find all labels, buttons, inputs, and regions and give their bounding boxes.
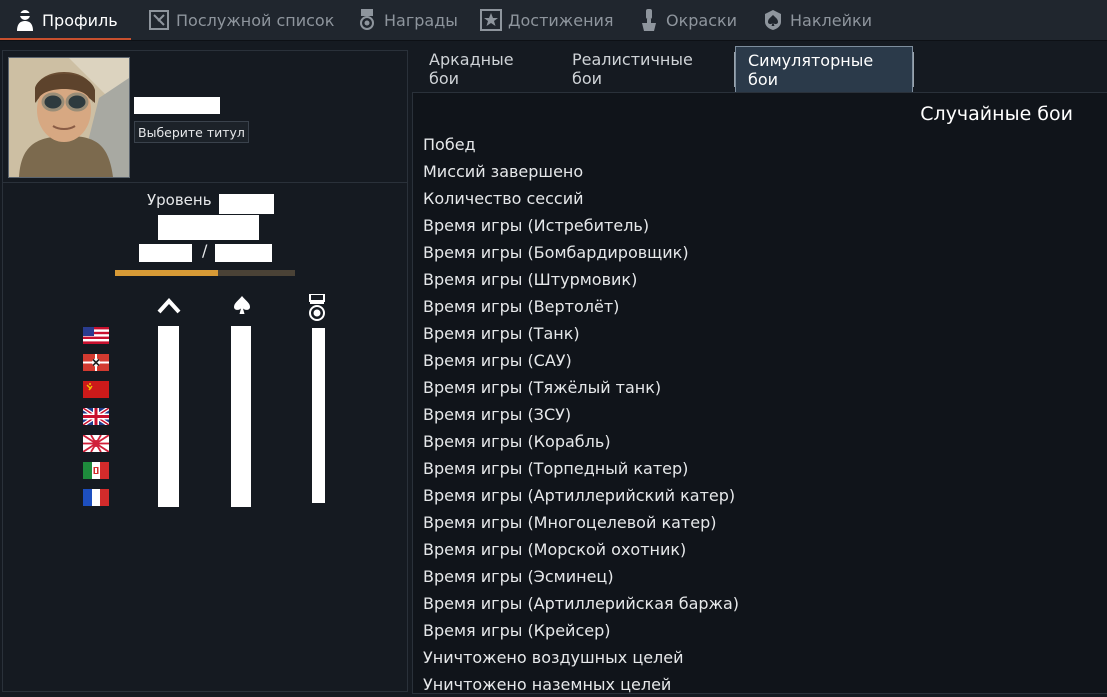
next-level-xp-redacted	[215, 244, 272, 262]
medal-icon	[356, 9, 378, 31]
stat-row: Количество сессий	[423, 189, 584, 208]
tab-label: Награды	[384, 10, 458, 30]
tab-profile[interactable]: Профиль	[14, 0, 118, 40]
tab-arcade-battles[interactable]: Аркадные бои	[429, 50, 514, 88]
japan-flag-icon	[83, 435, 109, 452]
germany-flag-icon	[83, 354, 109, 371]
profile-panel: Выберите титул Уровень /	[2, 50, 408, 692]
stat-row: Время игры (Эсминец)	[423, 567, 614, 586]
tab-label: Симуляторные бои	[735, 45, 913, 94]
stat-row: Время игры (Бомбардировщик)	[423, 243, 689, 262]
panel-divider	[3, 182, 407, 183]
stats-panel[interactable]: Случайные бои Побед Миссий завершено Колич…	[412, 92, 1107, 694]
stat-row: Время игры (Морской охотник)	[423, 540, 687, 559]
tab-label: Профиль	[42, 10, 118, 30]
star-icon	[480, 9, 502, 31]
medal-icon	[307, 293, 327, 326]
stat-row: Время игры (Торпедный катер)	[423, 459, 689, 478]
tab-decals[interactable]: Наклейки	[762, 0, 872, 40]
tab-label: Наклейки	[790, 10, 873, 30]
stat-row: Время игры (Тяжёлый танк)	[423, 378, 662, 397]
xp-progress-bar	[115, 270, 295, 276]
stat-row: Время игры (Крейсер)	[423, 621, 611, 640]
service-record-icon	[148, 9, 170, 31]
tab-achievements[interactable]: Достижения	[480, 0, 614, 40]
stat-row: Время игры (Артиллерийский катер)	[423, 486, 736, 505]
pilot-icon	[14, 9, 36, 31]
stat-row: Время игры (Вертолёт)	[423, 297, 620, 316]
active-tab-indicator	[0, 38, 131, 40]
xp-progress-fill	[115, 270, 218, 276]
spade-badge-icon	[762, 9, 784, 31]
stat-row: Время игры (Корабль)	[423, 432, 611, 451]
tab-label: Достижения	[508, 10, 614, 30]
ussr-flag-icon	[83, 381, 109, 398]
spade-icon	[232, 295, 252, 321]
stat-row: Время игры (Истребитель)	[423, 216, 650, 235]
tab-awards[interactable]: Награды	[356, 0, 458, 40]
stat-row: Время игры (Танк)	[423, 324, 580, 343]
top-tab-bar: Профиль Послужной список Награды Достиже…	[0, 0, 1107, 41]
battles-column-redacted	[231, 326, 251, 507]
current-xp-redacted	[139, 244, 192, 262]
tab-label: Окраски	[666, 10, 738, 30]
stat-row: Миссий завершено	[423, 162, 584, 181]
medals-column-redacted	[312, 328, 325, 503]
rank-title-redacted	[158, 215, 259, 240]
tab-simulator-battles[interactable]: Симуляторные бои	[734, 45, 914, 94]
tab-realistic-battles[interactable]: Реалистичные бои	[572, 50, 693, 88]
uk-flag-icon	[83, 408, 109, 425]
stat-row: Уничтожено воздушных целей	[423, 648, 684, 667]
stats-section-title: Случайные бои	[920, 103, 1073, 125]
tab-service-record[interactable]: Послужной список	[148, 0, 334, 40]
xp-separator: /	[202, 241, 208, 260]
rank-chevron-icon	[157, 295, 181, 319]
stat-row: Побед	[423, 135, 476, 154]
rank-column-redacted	[158, 326, 179, 507]
level-label: Уровень	[147, 191, 212, 209]
tab-label: Послужной список	[176, 10, 335, 30]
stat-row: Время игры (ЗСУ)	[423, 405, 572, 424]
france-flag-icon	[83, 489, 109, 506]
paint-icon	[638, 9, 660, 31]
choose-title-button[interactable]: Выберите титул	[134, 121, 249, 143]
player-name-redacted	[134, 97, 220, 114]
pilot-avatar[interactable]	[8, 57, 130, 178]
usa-flag-icon	[83, 327, 109, 344]
stat-row: Уничтожено наземных целей	[423, 675, 672, 694]
tab-camouflages[interactable]: Окраски	[638, 0, 737, 40]
italy-flag-icon	[83, 462, 109, 479]
level-value-redacted	[219, 194, 274, 214]
stat-row: Время игры (Артиллерийская баржа)	[423, 594, 740, 613]
stat-row: Время игры (Многоцелевой катер)	[423, 513, 717, 532]
stat-row: Время игры (Штурмовик)	[423, 270, 638, 289]
stat-row: Время игры (САУ)	[423, 351, 572, 370]
